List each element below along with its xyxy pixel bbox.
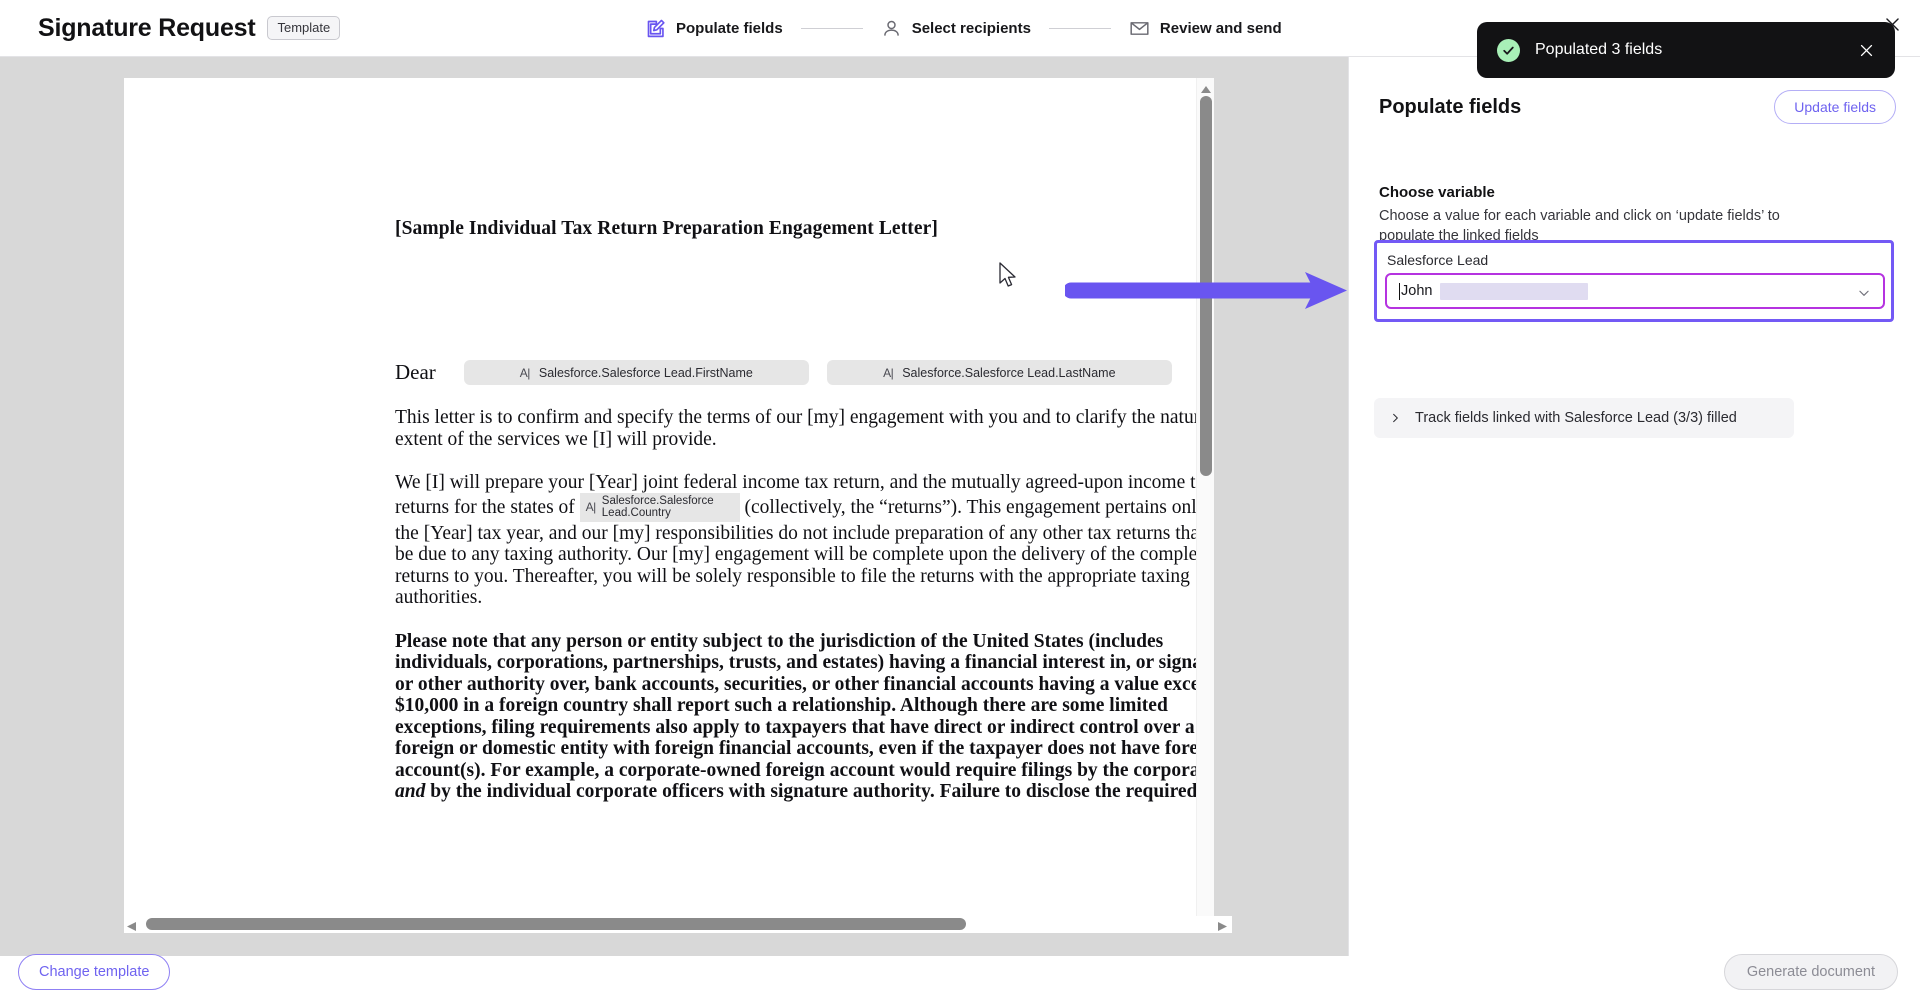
person-icon	[881, 18, 902, 39]
document-horizontal-scrollbar[interactable]	[124, 916, 1232, 933]
chevron-down-icon[interactable]	[1857, 286, 1871, 300]
salutation-text: Dear	[395, 360, 436, 384]
step-select-recipients[interactable]: Select recipients	[881, 18, 1031, 39]
horizontal-scroll-thumb[interactable]	[146, 918, 966, 930]
step-connector-1	[800, 28, 863, 29]
salutation-row: Dear A| Salesforce.Salesforce Lead.First…	[395, 360, 1214, 385]
app-footer: Change template Generate document	[0, 954, 1920, 998]
edit-square-icon	[645, 18, 666, 39]
scroll-right-arrow-icon[interactable]	[1216, 919, 1228, 931]
page-title: Signature Request	[38, 13, 256, 42]
field-chip-firstname[interactable]: A| Salesforce.Salesforce Lead.FirstName	[463, 360, 809, 385]
panel-title: Populate fields	[1379, 96, 1522, 118]
document-vertical-scrollbar[interactable]	[1196, 78, 1214, 931]
envelope-icon	[1129, 18, 1150, 39]
text-caret	[1399, 282, 1400, 300]
step-connector-2	[1048, 28, 1111, 29]
step-label-populate: Populate fields	[676, 20, 783, 37]
text-field-icon: A|	[519, 365, 531, 380]
brand-wrap: Signature Request Template	[38, 13, 341, 43]
salesforce-lead-select[interactable]: John	[1385, 273, 1885, 309]
text-field-icon: A|	[585, 499, 597, 514]
document-title: [Sample Individual Tax Return Preparatio…	[395, 218, 938, 239]
template-badge: Template	[267, 16, 341, 40]
step-populate-fields[interactable]: Populate fields	[645, 18, 783, 39]
toast-close-icon[interactable]	[1858, 42, 1875, 59]
check-circle-icon	[1497, 38, 1520, 62]
field-chip-lastname[interactable]: A| Salesforce.Salesforce Lead.LastName	[826, 360, 1172, 385]
text-field-icon: A|	[883, 365, 894, 380]
generate-document-button[interactable]: Generate document	[1723, 954, 1898, 990]
step-label-recipients: Select recipients	[911, 20, 1031, 37]
field-chip-firstname-label: Salesforce.Salesforce Lead.FirstName	[538, 365, 753, 380]
step-review-and-send[interactable]: Review and send	[1129, 18, 1282, 39]
change-template-button[interactable]: Change template	[18, 954, 171, 990]
scroll-left-arrow-icon[interactable]	[126, 919, 138, 931]
step-indicator: Populate fields Select recipients Review…	[645, 0, 1282, 57]
variable-highlight-box: Salesforce Lead John	[1374, 240, 1894, 322]
toast-notification: Populated 3 fields	[1477, 22, 1895, 78]
document-body: [Sample Individual Tax Return Preparatio…	[395, 78, 1214, 803]
track-linked-fields-row[interactable]: Track fields linked with Salesforce Lead…	[1374, 398, 1794, 438]
paragraph-3-a: Please note that any person or entity su…	[395, 630, 1214, 781]
document-page: [Sample Individual Tax Return Preparatio…	[124, 78, 1214, 931]
document-paragraph-3: Please note that any person or entity su…	[395, 631, 1214, 803]
salesforce-lead-value: John	[1401, 283, 1433, 299]
track-linked-fields-label: Track fields linked with Salesforce Lead…	[1415, 410, 1737, 426]
app-root: Signature Request Template Populate fiel…	[0, 0, 1920, 998]
field-chip-country[interactable]: A| Salesforce.Salesforce Lead.Country	[579, 492, 740, 522]
scroll-up-arrow-icon[interactable]	[1200, 82, 1212, 93]
selected-text-highlight	[1440, 282, 1589, 300]
populate-fields-panel: Populate fields Update fields Choose var…	[1348, 57, 1920, 956]
update-fields-button[interactable]: Update fields	[1774, 90, 1896, 124]
toast-message: Populated 3 fields	[1535, 41, 1663, 58]
document-pane: [Sample Individual Tax Return Preparatio…	[0, 57, 1348, 956]
chevron-right-icon	[1390, 411, 1401, 425]
vertical-scroll-thumb[interactable]	[1200, 96, 1212, 476]
document-paragraph-1: This letter is to confirm and specify th…	[395, 407, 1214, 450]
step-label-review: Review and send	[1159, 20, 1282, 37]
paragraph-3-emphasis: and	[395, 781, 426, 802]
document-paragraph-2: We [I] will prepare your [Year] joint fe…	[395, 472, 1214, 609]
field-chip-lastname-label: Salesforce.Salesforce Lead.LastName	[902, 365, 1116, 380]
variable-label: Salesforce Lead	[1387, 252, 1489, 268]
paragraph-3-b: by the individual corporate officers wit…	[425, 781, 1198, 802]
choose-variable-heading: Choose variable	[1379, 184, 1495, 201]
field-chip-country-label: Salesforce.Salesforce Lead.Country	[601, 494, 714, 520]
document-viewport: [Sample Individual Tax Return Preparatio…	[124, 78, 1214, 931]
